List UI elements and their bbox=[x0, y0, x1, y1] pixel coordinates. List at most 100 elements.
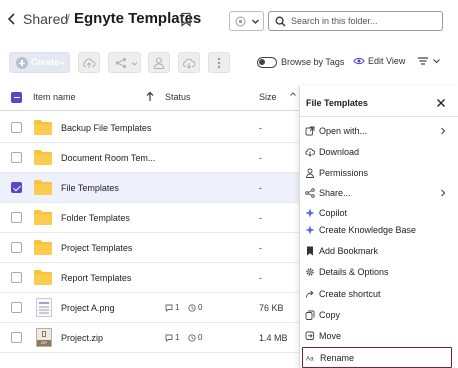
row-size: 1.4 MB bbox=[259, 333, 288, 343]
row-name[interactable]: Project A.png bbox=[61, 303, 115, 313]
row-name[interactable]: Project.zip bbox=[61, 333, 103, 343]
menu-item-label: Create Knowledge Base bbox=[319, 225, 417, 235]
context-menu: File Templates Open with... Download Per… bbox=[299, 86, 458, 368]
row-checkbox[interactable] bbox=[11, 242, 22, 253]
row-name[interactable]: File Templates bbox=[61, 183, 119, 193]
sort-lines-icon[interactable] bbox=[417, 56, 429, 66]
chevron-down-icon bbox=[131, 62, 138, 66]
upload-button[interactable] bbox=[78, 52, 100, 73]
menu-item-details-options[interactable]: Details & Options bbox=[300, 262, 458, 283]
row-name[interactable]: Document Room Tem... bbox=[61, 153, 155, 163]
table-row[interactable]: ZIP Project.zip 1 0 1.4 MB bbox=[0, 323, 300, 353]
zip-thumbnail: ZIP bbox=[36, 328, 52, 347]
folder-icon bbox=[34, 180, 52, 195]
menu-item-label: Open with... bbox=[319, 126, 368, 136]
column-size[interactable]: Size bbox=[259, 92, 277, 102]
table-row[interactable]: Document Room Tem... - bbox=[0, 143, 300, 173]
table-row[interactable]: Backup File Templates - bbox=[0, 113, 300, 143]
clock-icon[interactable] bbox=[188, 304, 196, 312]
table-row[interactable]: Report Templates - bbox=[0, 263, 300, 293]
bookmark-icon[interactable] bbox=[180, 12, 192, 27]
svg-text:Aa: Aa bbox=[306, 356, 314, 363]
comment-icon[interactable] bbox=[165, 304, 173, 312]
chevron-up-down-icon[interactable] bbox=[289, 92, 297, 101]
row-checkbox[interactable] bbox=[11, 332, 22, 343]
row-size: - bbox=[259, 183, 262, 193]
menu-item-label: Download bbox=[319, 147, 360, 157]
zip-teeth bbox=[42, 331, 46, 337]
more-vertical-icon bbox=[217, 57, 221, 68]
download-icon bbox=[305, 148, 315, 157]
comment-count: 1 bbox=[175, 333, 180, 342]
share-toolbar-button[interactable] bbox=[108, 52, 141, 73]
chevron-down-icon[interactable] bbox=[432, 57, 441, 65]
cloud-download-button[interactable] bbox=[178, 52, 200, 73]
copy-icon bbox=[305, 310, 315, 320]
thumb-line bbox=[39, 312, 49, 314]
thumb-line bbox=[39, 302, 49, 304]
version-count: 0 bbox=[198, 333, 203, 342]
menu-item-label: Permissions bbox=[319, 168, 369, 178]
plus-icon bbox=[16, 57, 28, 69]
row-size: 76 KB bbox=[259, 303, 284, 313]
select-all-checkbox[interactable] bbox=[11, 92, 22, 103]
menu-item-label: Share... bbox=[319, 188, 351, 198]
row-checkbox[interactable] bbox=[11, 152, 22, 163]
bookmark-filled-icon bbox=[307, 246, 313, 256]
row-checkbox[interactable] bbox=[11, 122, 22, 133]
menu-item-download[interactable]: Download bbox=[300, 142, 458, 163]
clock-icon[interactable] bbox=[188, 334, 196, 342]
filter-circle-icon bbox=[235, 16, 246, 27]
back-chevron-icon[interactable] bbox=[6, 12, 18, 26]
table-row[interactable]: File Templates - bbox=[0, 173, 300, 203]
menu-item-share[interactable]: Share... bbox=[300, 183, 458, 204]
png-thumbnail bbox=[36, 298, 52, 317]
row-checkbox[interactable] bbox=[11, 302, 22, 313]
zip-tag: ZIP bbox=[37, 340, 51, 346]
menu-item-create-knowledge-base[interactable]: Create Knowledge Base bbox=[300, 220, 458, 241]
menu-item-permissions[interactable]: Permissions bbox=[300, 163, 458, 184]
menu-item-create-shortcut[interactable]: Create shortcut bbox=[300, 284, 458, 305]
create-button[interactable]: Create bbox=[9, 52, 70, 73]
menu-item-open-with[interactable]: Open with... bbox=[300, 121, 458, 142]
search-input[interactable] bbox=[291, 14, 439, 28]
row-name[interactable]: Folder Templates bbox=[61, 213, 130, 223]
row-checkbox[interactable] bbox=[11, 212, 22, 223]
breadcrumb-shared[interactable]: Shared bbox=[23, 11, 68, 27]
row-name[interactable]: Report Templates bbox=[61, 273, 131, 283]
chevron-right-icon bbox=[441, 127, 446, 135]
row-size: - bbox=[259, 273, 262, 283]
browse-by-tags-toggle[interactable] bbox=[257, 57, 277, 68]
folder-icon bbox=[34, 210, 52, 225]
row-checkbox[interactable] bbox=[11, 272, 22, 283]
menu-item-move[interactable]: Move bbox=[300, 326, 458, 347]
menu-item-copy[interactable]: Copy bbox=[300, 305, 458, 326]
arrow-up-icon[interactable] bbox=[146, 91, 154, 102]
search-box bbox=[268, 11, 443, 31]
menu-item-add-bookmark[interactable]: Add Bookmark bbox=[300, 241, 458, 262]
column-status[interactable]: Status bbox=[165, 92, 191, 102]
users-button[interactable] bbox=[148, 52, 170, 73]
eye-icon bbox=[353, 57, 365, 65]
row-checkbox[interactable] bbox=[11, 182, 22, 193]
comment-icon[interactable] bbox=[165, 334, 173, 342]
menu-item-rename[interactable]: Aa Rename bbox=[302, 347, 452, 368]
row-name[interactable]: Backup File Templates bbox=[61, 123, 151, 133]
person-icon bbox=[153, 56, 165, 69]
row-size: - bbox=[259, 243, 262, 253]
column-item-name[interactable]: Item name bbox=[33, 92, 76, 102]
table-row[interactable]: Folder Templates - bbox=[0, 203, 300, 233]
row-size: - bbox=[259, 213, 262, 223]
table-row[interactable]: Project Templates - bbox=[0, 233, 300, 263]
toggle-knob bbox=[259, 59, 265, 65]
shortcut-icon bbox=[306, 290, 314, 298]
search-scope-select[interactable] bbox=[229, 11, 264, 31]
more-button[interactable] bbox=[208, 52, 230, 73]
table-row[interactable]: Project A.png 1 0 76 KB bbox=[0, 293, 300, 323]
folder-icon bbox=[34, 150, 52, 165]
chevron-down-icon bbox=[59, 61, 66, 65]
row-name[interactable]: Project Templates bbox=[61, 243, 132, 253]
create-button-label: Create bbox=[31, 57, 60, 67]
close-icon[interactable] bbox=[436, 98, 446, 108]
cloud-download-icon bbox=[183, 58, 196, 69]
